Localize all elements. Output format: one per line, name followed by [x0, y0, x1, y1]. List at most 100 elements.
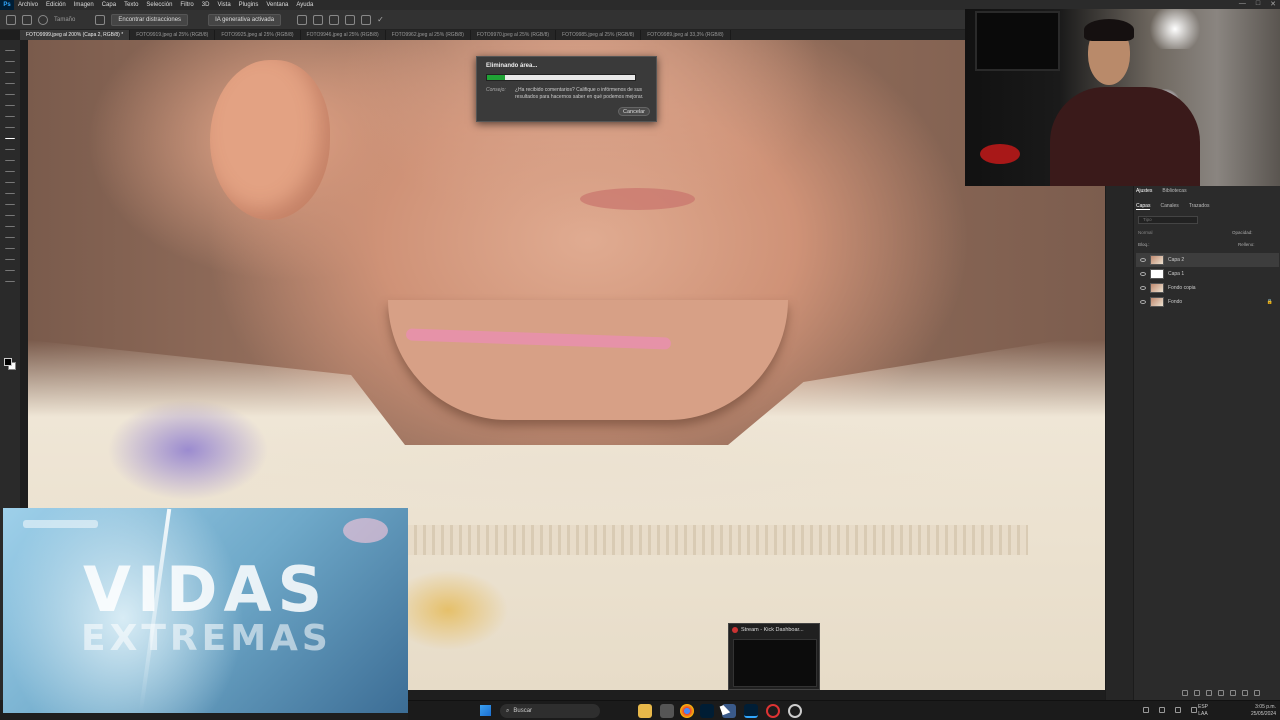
move-tool-icon[interactable]: [5, 44, 15, 51]
layer-row[interactable]: Capa 2: [1136, 253, 1279, 267]
bluetooth-icon[interactable]: [1191, 707, 1197, 713]
cancel-button[interactable]: Cancelar: [618, 107, 650, 116]
layer-thumbnail: [1150, 297, 1164, 307]
menu-ventana[interactable]: Ventana: [262, 2, 292, 8]
eraser-tool-icon[interactable]: [5, 165, 15, 172]
brush-tool-icon[interactable]: [5, 132, 15, 139]
adjustment-icon[interactable]: [1218, 690, 1224, 696]
gradient-tool-icon[interactable]: [5, 176, 15, 183]
lightroom-icon[interactable]: [700, 704, 714, 718]
menu-vista[interactable]: Vista: [213, 2, 234, 8]
document-tab[interactable]: FOTO9962.jpeg al 25% (RGB/8): [386, 30, 471, 40]
menu-archivo[interactable]: Archivo: [14, 2, 42, 8]
menu-selecci-n[interactable]: Selección: [142, 2, 176, 8]
frame-tool-icon[interactable]: [5, 99, 15, 106]
undo-icon[interactable]: [361, 14, 372, 25]
tab-capas[interactable]: Capas: [1136, 203, 1151, 210]
document-tab[interactable]: FOTO9989.jpeg al 33,3% (RGB/8): [641, 30, 731, 40]
erase-icon[interactable]: [329, 14, 340, 25]
taskbar-clock[interactable]: 3:05 p.m. 25/05/2024: [1251, 704, 1276, 718]
layer-row[interactable]: Fondo 🔒: [1136, 295, 1279, 309]
settings-icon[interactable]: [95, 14, 106, 25]
layers-search-input[interactable]: Tipo: [1138, 216, 1198, 224]
menu-capa[interactable]: Capa: [98, 2, 120, 8]
store-icon[interactable]: [660, 704, 674, 718]
lock-icon[interactable]: 🔒: [1267, 299, 1273, 305]
photoshop-taskbar-icon[interactable]: [744, 704, 758, 718]
menu-plugins[interactable]: Plugins: [235, 2, 263, 8]
maximize-button[interactable]: □: [1256, 0, 1260, 8]
chrome-icon[interactable]: [680, 704, 694, 718]
record-icon[interactable]: [788, 704, 802, 718]
menu-texto[interactable]: Texto: [120, 2, 142, 8]
close-button[interactable]: ✕: [1270, 0, 1276, 8]
menu-imagen[interactable]: Imagen: [70, 2, 98, 8]
hand-tool-icon[interactable]: [5, 253, 15, 260]
visibility-eye-icon[interactable]: [1140, 300, 1146, 304]
brush-mode-icon[interactable]: [313, 14, 324, 25]
stream-thumbnail-popup[interactable]: Stream - Kick Dashboar...: [728, 623, 820, 690]
crop-tool-icon[interactable]: [5, 88, 15, 95]
document-tab[interactable]: FOTO9919.jpeg al 25% (RGB/8): [130, 30, 216, 40]
mic-icon[interactable]: [1159, 707, 1165, 713]
menu-3d[interactable]: 3D: [198, 2, 214, 8]
minimize-button[interactable]: —: [1239, 0, 1246, 8]
object-select-tool-icon[interactable]: [5, 77, 15, 84]
spot-heal-tool-icon[interactable]: [5, 121, 15, 128]
tab-bibliotecas[interactable]: Bibliotecas: [1162, 188, 1186, 194]
tab-trazados[interactable]: Trazados: [1189, 203, 1210, 210]
chevron-up-icon[interactable]: [1143, 707, 1149, 713]
new-layer-icon[interactable]: [1242, 690, 1248, 696]
zoom-tool-icon[interactable]: [5, 264, 15, 271]
pen-icon[interactable]: [1175, 707, 1181, 713]
document-tab[interactable]: FOTO9925.jpeg al 25% (RGB/8): [215, 30, 301, 40]
stroke-icon[interactable]: [297, 14, 308, 25]
history-brush-tool-icon[interactable]: [5, 154, 15, 161]
link-icon[interactable]: [1182, 690, 1188, 696]
layer-row[interactable]: Fondo copia: [1136, 281, 1279, 295]
find-distractions-button[interactable]: Encontrar distracciones: [111, 13, 189, 26]
taskbar-search[interactable]: ⌕ Buscar: [500, 704, 600, 718]
document-tab[interactable]: FOTO9985.jpeg al 25% (RGB/8): [556, 30, 642, 40]
type-tool-icon[interactable]: [5, 220, 15, 227]
opera-gx-icon[interactable]: [766, 704, 780, 718]
tab-canales[interactable]: Canales: [1160, 203, 1178, 210]
home-icon[interactable]: [6, 14, 16, 25]
foreground-color-swatch[interactable]: [4, 358, 12, 366]
apply-icon[interactable]: [345, 14, 356, 25]
menu-edici-n[interactable]: Edición: [42, 2, 70, 8]
language-indicator[interactable]: ESP LAA: [1198, 704, 1208, 718]
document-tab[interactable]: FOTO9946.jpeg al 25% (RGB/8): [301, 30, 386, 40]
webcam-person-hair: [1084, 19, 1134, 41]
check-icon[interactable]: ✓: [377, 15, 387, 25]
trash-icon[interactable]: [1254, 690, 1260, 696]
layer-row[interactable]: Capa 1: [1136, 267, 1279, 281]
document-tab[interactable]: FOTO9999.jpeg al 200% (Capa 2, RGB/8) *: [20, 30, 131, 40]
mask-icon[interactable]: [1206, 690, 1212, 696]
visibility-eye-icon[interactable]: [1140, 272, 1146, 276]
windows-start-icon[interactable]: [480, 705, 491, 716]
eyedropper-tool-icon[interactable]: [5, 110, 15, 117]
blend-mode-select[interactable]: Normal: [1138, 230, 1188, 238]
folder-icon[interactable]: [1230, 690, 1236, 696]
fx-icon[interactable]: [1194, 690, 1200, 696]
rectangle-tool-icon[interactable]: [5, 242, 15, 249]
tab-ajustes[interactable]: Ajustes: [1136, 188, 1152, 194]
more-tool-icon[interactable]: [5, 275, 15, 282]
file-explorer-icon[interactable]: [638, 704, 652, 718]
stamp-tool-icon[interactable]: [5, 143, 15, 150]
generative-ai-button[interactable]: IA generativa activada: [208, 13, 282, 26]
lasso-tool-icon[interactable]: [5, 66, 15, 73]
menu-ayuda[interactable]: Ayuda: [292, 2, 317, 8]
menu-filtro[interactable]: Filtro: [176, 2, 197, 8]
marquee-tool-icon[interactable]: [5, 55, 15, 62]
dodge-tool-icon[interactable]: [5, 198, 15, 205]
path-select-tool-icon[interactable]: [5, 231, 15, 238]
blur-tool-icon[interactable]: [5, 187, 15, 194]
visibility-eye-icon[interactable]: [1140, 286, 1146, 290]
visibility-eye-icon[interactable]: [1140, 258, 1146, 262]
pen-tool-icon[interactable]: [5, 209, 15, 216]
document-tab[interactable]: FOTO9970.jpeg al 25% (RGB/8): [471, 30, 557, 40]
brush-size-icon[interactable]: [38, 14, 48, 25]
remove-tool-icon[interactable]: [22, 14, 32, 25]
